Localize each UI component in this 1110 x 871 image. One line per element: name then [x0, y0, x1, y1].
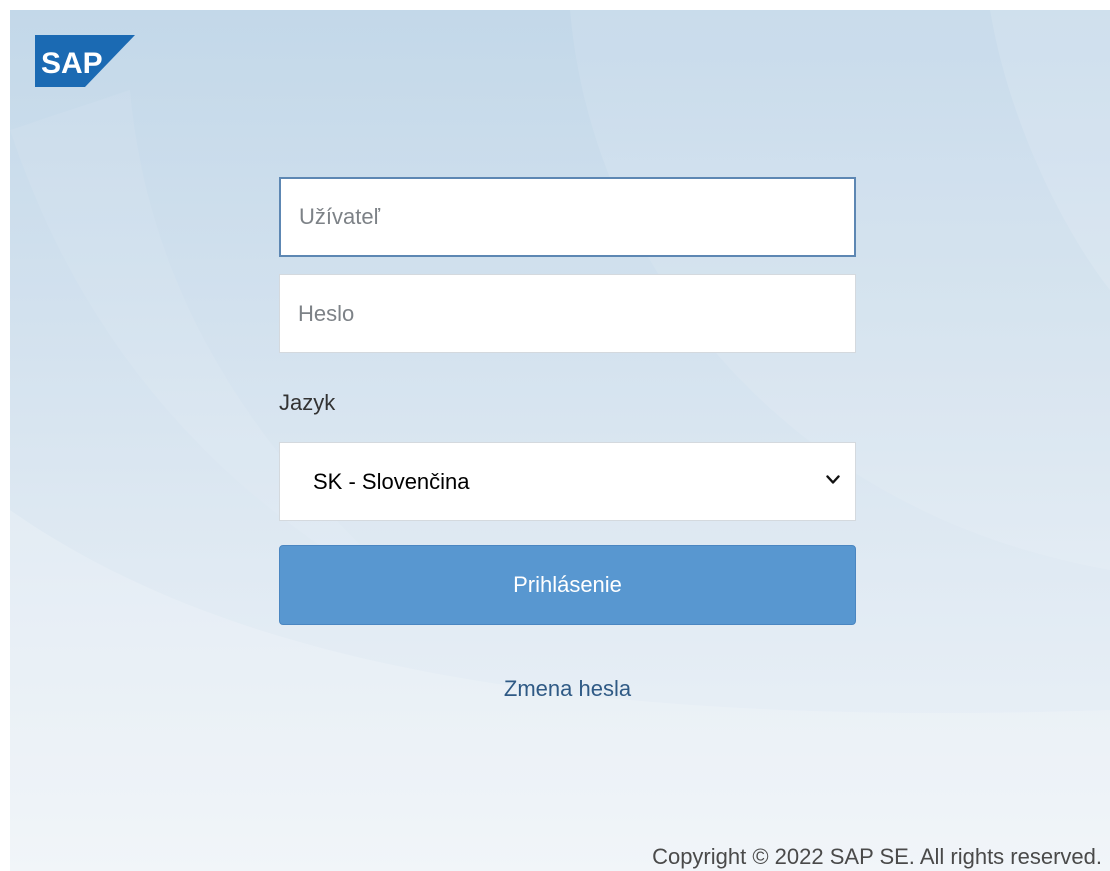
page-background: SAP — [10, 10, 1110, 871]
login-button[interactable]: Prihlásenie — [279, 545, 856, 625]
sap-logo: SAP — [35, 35, 135, 87]
change-password-link[interactable]: Zmena hesla — [279, 676, 856, 702]
copyright-text: Copyright © 2022 SAP SE. All rights rese… — [652, 844, 1102, 869]
sap-logo-text: SAP — [41, 47, 103, 80]
chevron-down-icon — [826, 475, 840, 484]
background-decoration — [10, 10, 1110, 871]
language-select[interactable]: SK - Slovenčina — [279, 442, 856, 521]
username-input[interactable] — [279, 177, 856, 257]
password-input[interactable] — [279, 274, 856, 353]
language-label: Jazyk — [279, 390, 336, 415]
language-select-value: SK - Slovenčina — [313, 469, 470, 494]
